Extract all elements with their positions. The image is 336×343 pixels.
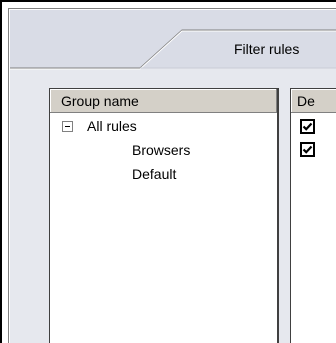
group-list[interactable]: Group name All rules Browsers Default (49, 88, 279, 343)
tree-item-all-rules[interactable]: All rules (87, 118, 137, 134)
checkmark-icon (302, 122, 313, 131)
collapse-minus-icon[interactable] (62, 121, 73, 132)
panel-title: Filter rules (234, 41, 300, 57)
enabled-header-label: De (297, 93, 315, 109)
enabled-column-header[interactable]: De (291, 89, 336, 113)
enabled-list[interactable]: De (290, 88, 336, 343)
tree-item-default[interactable]: Default (132, 166, 176, 182)
group-name-header-label: Group name (61, 93, 139, 109)
tree-item-browsers[interactable]: Browsers (132, 142, 190, 158)
enabled-checkbox-all-rules[interactable] (300, 119, 315, 134)
group-name-column-header[interactable]: Group name (50, 89, 277, 113)
checkmark-icon (302, 145, 313, 154)
enabled-checkbox-browsers[interactable] (300, 142, 315, 157)
